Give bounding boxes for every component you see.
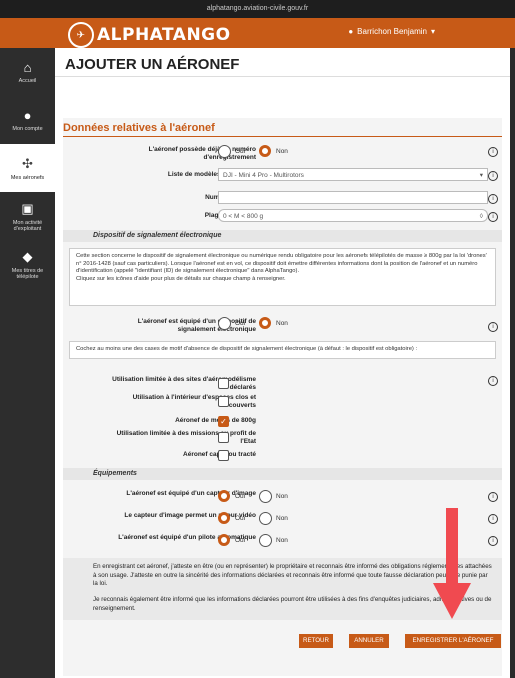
sidebar-item-mon-compte[interactable]: ● Mon compte [0, 96, 55, 144]
instruction-box: Cochez au moins une des cases de motif d… [69, 341, 496, 359]
section-title: Données relatives à l'aéronef [63, 122, 215, 134]
radio-label: Non [276, 493, 288, 500]
model-select[interactable]: DJI - Mini 4 Pro - Multirotors ▾ [218, 168, 488, 181]
sidebar-item-label: Mon activité d'exploitant [12, 219, 43, 232]
back-button[interactable]: RETOUR [299, 634, 333, 648]
caret-down-icon: ▾ [430, 27, 435, 36]
signal-description: Cette section concerne le dispositif de … [76, 253, 487, 275]
alphatango-logo[interactable]: ✈ ALPHATANGO [68, 22, 231, 48]
equipment-label: L'aéronef est équipé d'un capteur d'imag… [126, 490, 256, 497]
info-icon[interactable]: i [488, 212, 498, 222]
sidebar-item-label: Mon compte [12, 126, 43, 132]
camera-non-radio[interactable] [259, 490, 272, 503]
equipment-label: L'aéronef est équipé d'un pilote automat… [118, 534, 256, 541]
briefcase-icon: ▣ [21, 200, 34, 216]
sidebar-item-label: Mes aéronefs [10, 174, 45, 181]
sidebar-item-mes-aeronefs[interactable]: ✣ Mes aéronefs [0, 144, 55, 192]
radio-label: Non [276, 320, 288, 327]
top-bar: ✈ ALPHATANGO ● Barrichon Benjamin ▾ [0, 18, 515, 48]
signal-band: Dispositif de signalement électronique [63, 230, 502, 242]
radio-label: Non [276, 537, 288, 544]
autopilot-non-radio[interactable] [259, 534, 272, 547]
stepper-icon: ◊ [479, 213, 483, 220]
sidebar: ⌂ Accueil ● Mon compte ✣ Mes aéronefs ▣ … [0, 48, 55, 678]
serial-input[interactable] [218, 191, 488, 204]
equipment-label: Le capteur d'image permet un retour vidé… [124, 512, 256, 519]
registration-oui-radio[interactable] [218, 145, 231, 158]
reason-label: Aéronef de moins de 800g [175, 417, 256, 424]
reason-checkbox[interactable] [218, 378, 229, 389]
page-title: AJOUTER UN AÉRONEF [65, 56, 240, 73]
sidebar-item-titres[interactable]: ◆ Mes titres de télépilote [0, 240, 55, 288]
signal-non-radio[interactable] [259, 317, 271, 329]
chevron-down-icon: ▾ [479, 172, 483, 179]
video-non-radio[interactable] [259, 512, 272, 525]
equipment-band: Équipements [63, 468, 502, 480]
sidebar-item-label: Mes titres de télépilote [11, 267, 44, 280]
url-bar: alphatango.aviation-civile.gouv.fr [0, 0, 515, 18]
mass-value: 0 < M < 800 g [223, 213, 264, 220]
reason-label: Utilisation limitée à des sites d'aéromo… [112, 376, 256, 391]
divider [55, 76, 510, 77]
drone-icon: ✣ [22, 155, 33, 171]
radio-label: Non [276, 148, 288, 155]
info-icon[interactable]: i [488, 514, 498, 524]
info-icon[interactable]: i [488, 171, 498, 181]
registration-non-radio[interactable] [259, 145, 271, 157]
radio-label: Oui [235, 537, 246, 544]
registration-label: L'aéronef possède déjà un numéro d'enreg… [148, 146, 256, 161]
video-oui-radio[interactable] [218, 512, 230, 524]
cancel-button[interactable]: ANNULER [349, 634, 389, 648]
reason-checkbox-checked[interactable]: ✓ [218, 416, 229, 427]
reason-checkbox[interactable] [218, 450, 229, 461]
radio-label: Oui [235, 493, 246, 500]
user-icon: ● [348, 27, 354, 36]
model-value: DJI - Mini 4 Pro - Multirotors [223, 172, 304, 179]
reason-label: Utilisation à l'intérieur d'espaces clos… [132, 394, 256, 409]
plane-icon: ✈ [68, 22, 94, 48]
reason-label: Aéronef captif ou tracté [183, 451, 256, 458]
info-icon[interactable]: i [488, 492, 498, 502]
signal-help: Cliquez sur les icônes d'aide pour plus … [76, 275, 286, 282]
home-icon: ⌂ [23, 60, 32, 75]
divider [63, 136, 502, 137]
user-menu[interactable]: ● Barrichon Benjamin ▾ [348, 27, 435, 36]
sidebar-item-accueil[interactable]: ⌂ Accueil [0, 48, 55, 96]
sidebar-item-label: Accueil [18, 78, 37, 84]
red-arrow-icon [433, 583, 471, 619]
reason-label: Utilisation limitée à des missions au pr… [116, 430, 256, 445]
app-frame: alphatango.aviation-civile.gouv.fr ✈ ALP… [0, 0, 515, 678]
info-icon[interactable]: i [488, 147, 498, 157]
signal-oui-radio[interactable] [218, 317, 231, 330]
camera-oui-radio[interactable] [218, 490, 230, 502]
scroll-gutter [510, 48, 515, 678]
info-icon[interactable]: i [488, 194, 498, 204]
logo-text: ALPHATANGO [97, 25, 231, 45]
reason-checkbox[interactable] [218, 396, 229, 407]
signal-equipped-label: L'aéronef est équipé d'un dispositif de … [137, 318, 256, 333]
autopilot-oui-radio[interactable] [218, 534, 230, 546]
instruction-text: Cochez au moins une des cases de motif d… [76, 346, 418, 352]
radio-label: Oui [235, 515, 246, 522]
reason-checkbox[interactable] [218, 432, 229, 443]
info-icon[interactable]: i [488, 536, 498, 546]
sidebar-item-activite[interactable]: ▣ Mon activité d'exploitant [0, 192, 55, 240]
graduation-cap-icon: ◆ [22, 248, 33, 264]
radio-label: Non [276, 515, 288, 522]
radio-label: Oui [235, 320, 246, 327]
mass-select[interactable]: 0 < M < 800 g ◊ [218, 209, 488, 222]
user-icon: ● [23, 108, 32, 123]
signal-description-box: Cette section concerne le dispositif de … [69, 248, 496, 306]
radio-label: Oui [235, 148, 246, 155]
red-arrow-shaft [446, 508, 458, 588]
info-icon[interactable]: i [488, 376, 498, 386]
info-icon[interactable]: i [488, 322, 498, 332]
save-aircraft-button[interactable]: ENREGISTRER L'AÉRONEF [405, 634, 501, 648]
user-name: Barrichon Benjamin [357, 27, 427, 36]
